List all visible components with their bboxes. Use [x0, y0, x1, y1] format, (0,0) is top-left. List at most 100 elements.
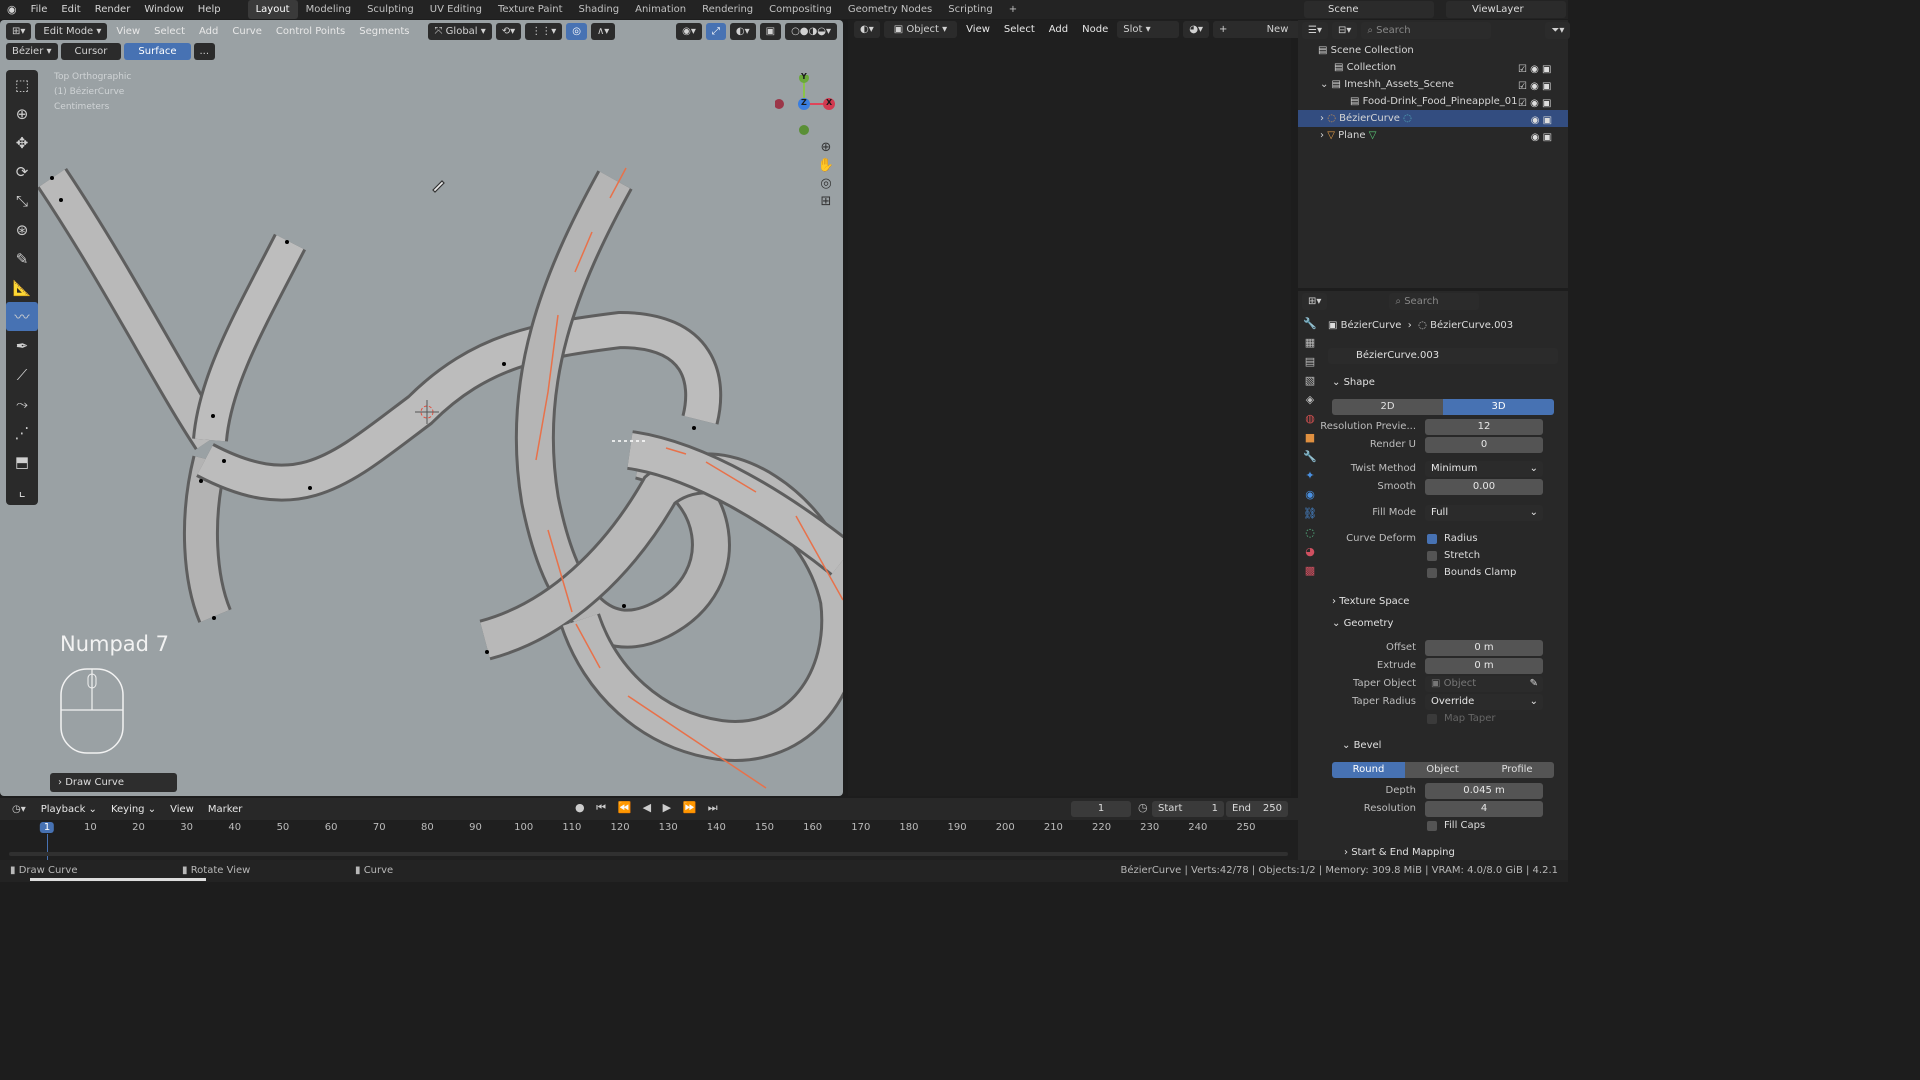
bevel-round-button[interactable]: Round [1332, 762, 1405, 778]
render-tab-icon[interactable]: ▦ [1305, 336, 1315, 349]
ortho-grid-icon[interactable]: ⊞ [815, 194, 837, 209]
timeline-track[interactable]: 1 10 20 30 40 50 60 70 80 90 100 110 120 130 140 150 160… [0, 820, 1298, 860]
eyedropper-icon[interactable]: ✎ [1530, 676, 1538, 692]
randomize-tool-icon[interactable]: ⋰ [6, 418, 38, 447]
current-frame-field[interactable]: 1 [1071, 801, 1131, 817]
timeline-menu-playback[interactable]: Playback ⌄ [36, 801, 102, 818]
outliner-editor-type-icon[interactable]: ☰▾ [1302, 22, 1328, 39]
camera-view-icon[interactable]: ◎ [815, 176, 837, 191]
timeline-menu-view[interactable]: View [165, 801, 199, 818]
node-menu-node[interactable]: Node [1077, 21, 1113, 38]
taper-object-field[interactable]: ▣ Object ✎ [1425, 676, 1543, 692]
workspace-tab-shading[interactable]: Shading [570, 0, 627, 19]
node-menu-add[interactable]: Add [1044, 21, 1073, 38]
workspace-tab-rendering[interactable]: Rendering [694, 0, 761, 19]
move-tool-icon[interactable]: ✥ [6, 128, 38, 157]
bevel-section-header[interactable]: ⌄ Bevel [1342, 740, 1381, 751]
radius-checkbox[interactable] [1427, 534, 1437, 544]
scene-selector[interactable]: Scene [1304, 1, 1434, 18]
annotate-tool-icon[interactable]: ✎ [6, 244, 38, 273]
workspace-tab-modeling[interactable]: Modeling [298, 0, 360, 19]
slot-selector[interactable]: Slot ▾ [1117, 21, 1180, 38]
new-material-button[interactable]: + New [1213, 21, 1305, 38]
menu-file[interactable]: File [24, 0, 55, 19]
timeline-scrollbar[interactable] [9, 852, 1288, 856]
texture-tab-icon[interactable]: ▩ [1305, 564, 1315, 577]
taper-radius-dropdown[interactable]: Override ⌄ [1425, 694, 1543, 710]
workspace-tab-uv-editing[interactable]: UV Editing [422, 0, 490, 19]
eye-icon[interactable]: ◉ ▣ [1518, 112, 1552, 129]
zoom-icon[interactable]: ⊕ [815, 140, 837, 155]
transform-tool-icon[interactable]: ⊛ [6, 215, 38, 244]
scale-tool-icon[interactable]: ⤡ [6, 186, 38, 215]
pan-hand-icon[interactable]: ✋ [815, 158, 837, 173]
stretch-checkbox[interactable] [1427, 551, 1437, 561]
view-layer-tab-icon[interactable]: ▧ [1305, 374, 1315, 387]
pen-tool-icon[interactable]: ✒ [6, 331, 38, 360]
workspace-tab-sculpting[interactable]: Sculpting [359, 0, 422, 19]
shader-object-selector[interactable]: ▣ Object ▾ [883, 21, 958, 38]
outliner-search-field[interactable]: ⌕ Search [1361, 22, 1492, 39]
modifier-tab-icon[interactable]: 🔧 [1303, 450, 1317, 463]
rotate-tool-icon[interactable]: ⟳ [6, 157, 38, 186]
start-frame-field[interactable]: Start 1 [1152, 801, 1224, 817]
3d-viewport[interactable]: ⊞▾ Edit Mode ▾ View Select Add Curve Con… [0, 20, 843, 796]
last-operator-panel[interactable]: › Draw Curve [50, 773, 177, 792]
draw-curve-tool-icon[interactable]: 〰 [6, 302, 38, 331]
timeline-menu-marker[interactable]: Marker [203, 801, 248, 818]
tool-tab-icon[interactable]: 🔧 [1303, 317, 1317, 330]
shader-editor-type-icon[interactable]: ◐▾ [854, 21, 880, 38]
scene-tab-icon[interactable]: ◈ [1306, 393, 1314, 406]
menu-window[interactable]: Window [137, 0, 190, 19]
menu-render[interactable]: Render [88, 0, 138, 19]
datablock-selector[interactable]: BézierCurve.003 [1328, 348, 1558, 364]
curve-geometry[interactable] [0, 20, 843, 796]
playback-controls[interactable]: ● ⏮ ⏪ ◀ ▶ ⏩ ⏭ [575, 801, 722, 815]
dimensions-3d-button[interactable]: 3D [1443, 399, 1554, 415]
workspace-tab-texture-paint[interactable]: Texture Paint [490, 0, 571, 19]
fill-caps-checkbox[interactable] [1427, 821, 1437, 831]
eye-icon[interactable]: ◉ ▣ [1518, 129, 1552, 146]
bounds-clamp-checkbox[interactable] [1427, 568, 1437, 578]
render-u-field[interactable]: 0 [1425, 437, 1543, 453]
extrude-field[interactable]: 0 m [1425, 658, 1543, 674]
checkbox-icon[interactable]: ☑ ◉ ▣ [1518, 61, 1552, 78]
material-tab-icon[interactable]: ◕ [1305, 545, 1315, 558]
properties-search-field[interactable]: ⌕ Search [1389, 293, 1480, 310]
texture-space-section-header[interactable]: › Texture Space [1332, 596, 1409, 607]
workspace-tab-compositing[interactable]: Compositing [761, 0, 840, 19]
output-tab-icon[interactable]: ▤ [1305, 355, 1315, 368]
workspace-tab-layout[interactable]: Layout [247, 0, 298, 19]
timeline-editor-type-icon[interactable]: ◷▾ [6, 801, 32, 818]
shader-editor[interactable]: ◐▾ ▣ Object ▾ View Select Add Node Slot … [848, 20, 1305, 796]
fill-mode-dropdown[interactable]: Full ⌄ [1425, 505, 1543, 521]
node-menu-view[interactable]: View [961, 21, 995, 38]
outliner-row-scene-collection[interactable]: ▤ Scene Collection [1298, 42, 1568, 59]
preview-range-icon[interactable]: ◷ [1138, 801, 1148, 814]
resolution-preview-field[interactable]: 12 [1425, 419, 1543, 435]
properties-editor-type-icon[interactable]: ⊞▾ [1302, 293, 1328, 310]
workspace-tab-scripting[interactable]: Scripting [940, 0, 1000, 19]
blender-logo-icon[interactable]: ◉ [0, 0, 24, 19]
navigation-gizmo[interactable]: Y Z X [774, 72, 835, 135]
smooth-field[interactable]: 0.00 [1425, 479, 1543, 495]
workspace-tab-animation[interactable]: Animation [627, 0, 694, 19]
bevel-object-button[interactable]: Object [1405, 762, 1480, 778]
view-layer-selector[interactable]: ViewLayer [1446, 1, 1566, 18]
menu-edit[interactable]: Edit [54, 0, 87, 19]
material-browse-icon[interactable]: ◕▾ [1183, 21, 1209, 38]
map-taper-checkbox[interactable] [1427, 714, 1437, 724]
select-box-icon[interactable]: ⬚ [6, 70, 38, 99]
start-end-mapping-header[interactable]: › Start & End Mapping [1344, 847, 1455, 858]
radius-tool-icon[interactable]: ⤳ [6, 389, 38, 418]
resolution-field[interactable]: 4 [1425, 801, 1543, 817]
menu-help[interactable]: Help [191, 0, 228, 19]
checkbox-icon[interactable]: ☑ ◉ ▣ [1518, 95, 1552, 112]
measure-tool-icon[interactable]: 📐 [6, 273, 38, 302]
tilt-tool-icon[interactable]: ⟋ [6, 360, 38, 389]
extrude-cursor-tool-icon[interactable]: ⌞ [6, 476, 38, 505]
dimensions-2d-button[interactable]: 2D [1332, 399, 1443, 415]
timeline-menu-keying[interactable]: Keying ⌄ [106, 801, 161, 818]
checkbox-icon[interactable]: ☑ ◉ ▣ [1518, 78, 1552, 95]
end-frame-field[interactable]: End 250 [1226, 801, 1288, 817]
